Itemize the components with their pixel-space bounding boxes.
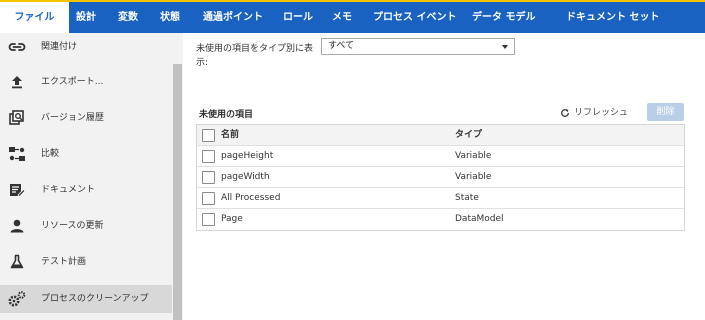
table-header-row: 名前 タイプ bbox=[197, 125, 684, 146]
refresh-button[interactable]: リフレッシュ bbox=[560, 106, 628, 120]
refresh-icon bbox=[561, 108, 569, 117]
column-header-name[interactable]: 名前 bbox=[221, 125, 239, 146]
tab-design[interactable]: 設計 bbox=[76, 2, 96, 33]
tab-roles[interactable]: ロール bbox=[283, 2, 313, 33]
row-checkbox[interactable] bbox=[202, 150, 215, 163]
cell-name: Page bbox=[221, 214, 243, 224]
compare-icon bbox=[7, 144, 27, 164]
sidebar-item-label: テスト計画 bbox=[41, 257, 87, 267]
cell-name: pageHeight bbox=[221, 151, 274, 161]
cell-type: State bbox=[455, 193, 479, 203]
cell-name: pageWidth bbox=[221, 172, 270, 182]
sidebar-item-export[interactable]: エクスポート... bbox=[0, 68, 172, 96]
column-header-type[interactable]: タイプ bbox=[455, 125, 482, 146]
sidebar-item-document[interactable]: ドキュメント bbox=[0, 176, 172, 204]
sidebar-item-process-cleanup[interactable]: プロセスのクリーンアップ bbox=[0, 285, 172, 313]
sidebar-item-compare[interactable]: 比較 bbox=[0, 140, 172, 168]
tab-notes[interactable]: メモ bbox=[332, 2, 352, 33]
row-checkbox[interactable] bbox=[202, 171, 215, 184]
sidebar-item-association[interactable]: 関連付け bbox=[0, 33, 172, 61]
sidebar-item-update-resources[interactable]: リソースの更新 bbox=[0, 212, 172, 240]
unused-items-title: 未使用の項目 bbox=[199, 110, 254, 120]
sidebar-item-label: リソースの更新 bbox=[41, 221, 104, 231]
type-filter-select[interactable]: すべて bbox=[321, 38, 515, 55]
sidebar-item-label: 関連付け bbox=[41, 42, 78, 52]
refresh-label: リフレッシュ bbox=[574, 108, 629, 118]
document-edit-icon bbox=[7, 180, 27, 200]
sidebar-item-version-history[interactable]: バージョン履歴 bbox=[0, 104, 172, 132]
cell-type: Variable bbox=[455, 172, 492, 182]
tab-data-model[interactable]: データ モデル bbox=[472, 2, 535, 33]
tab-checkpoints[interactable]: 通過ポイント bbox=[203, 2, 263, 33]
filter-label: 未使用の項目をタイプ別に表示: bbox=[196, 44, 314, 68]
row-checkbox[interactable] bbox=[202, 213, 215, 226]
sidebar-item-label: プロセスのクリーンアップ bbox=[41, 294, 149, 304]
top-tab-bar: ファイル 設計 変数 状態 通過ポイント ロール メモ プロセス イベント デー… bbox=[0, 0, 705, 33]
row-checkbox[interactable] bbox=[202, 192, 215, 205]
type-filter-value: すべて bbox=[328, 41, 355, 51]
caret-down-icon bbox=[502, 45, 508, 49]
sidebar-item-label: エクスポート... bbox=[41, 77, 104, 87]
table-row[interactable]: pageHeight Variable bbox=[197, 146, 684, 167]
sidebar-scrollbar-thumb[interactable] bbox=[173, 64, 182, 320]
cell-type: Variable bbox=[455, 151, 492, 161]
delete-button[interactable]: 削除 bbox=[647, 103, 684, 121]
unused-items-table: 名前 タイプ pageHeight Variable pageWidth Var… bbox=[196, 124, 685, 231]
gears-icon bbox=[7, 289, 27, 309]
sidebar-item-label: 比較 bbox=[41, 149, 60, 159]
table-row[interactable]: pageWidth Variable bbox=[197, 167, 684, 188]
cell-name: All Processed bbox=[221, 193, 281, 203]
version-history-icon bbox=[7, 108, 27, 128]
tab-file[interactable]: ファイル bbox=[0, 2, 69, 33]
link-icon bbox=[7, 37, 27, 57]
sidebar-item-test-plan[interactable]: テスト計画 bbox=[0, 248, 172, 276]
sidebar-item-label: ドキュメント bbox=[41, 185, 96, 195]
person-icon bbox=[7, 216, 27, 236]
sidebar-item-label: バージョン履歴 bbox=[41, 113, 104, 123]
tab-variables[interactable]: 変数 bbox=[118, 2, 138, 33]
tab-process-events[interactable]: プロセス イベント bbox=[373, 2, 456, 33]
table-row[interactable]: Page DataModel bbox=[197, 209, 684, 230]
flask-icon bbox=[7, 252, 27, 272]
cell-type: DataModel bbox=[455, 214, 504, 224]
table-row[interactable]: All Processed State bbox=[197, 188, 684, 209]
tab-document-set[interactable]: ドキュメント セット bbox=[566, 2, 659, 33]
upload-icon bbox=[7, 72, 27, 92]
tab-states[interactable]: 状態 bbox=[160, 2, 180, 33]
select-all-checkbox[interactable] bbox=[202, 129, 215, 142]
